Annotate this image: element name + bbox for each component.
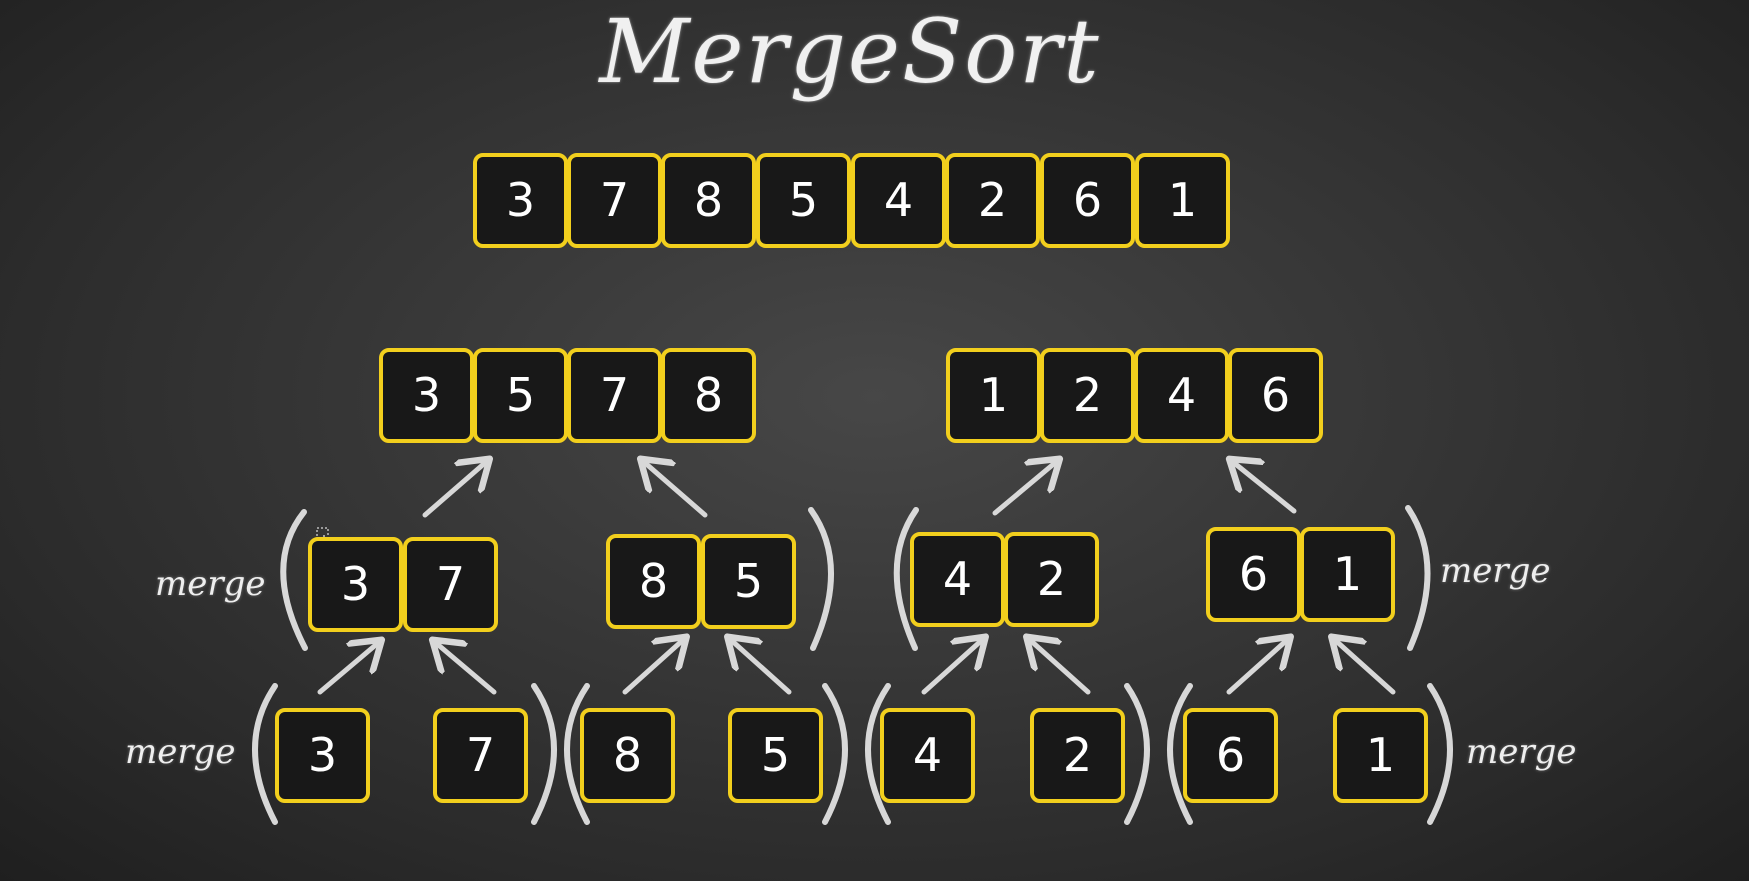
arrow <box>1233 462 1297 514</box>
merge-label: merge <box>1440 551 1551 591</box>
array-cell: 7 <box>567 348 662 443</box>
arrow <box>992 462 1056 516</box>
array-cell: 7 <box>403 537 498 632</box>
array-cell: 4 <box>910 532 1005 627</box>
array-cell: 6 <box>1183 708 1278 803</box>
array-cell: 1 <box>1333 708 1428 803</box>
array-cell: 4 <box>851 153 946 248</box>
merge-label: merge <box>125 732 236 772</box>
array-cell: 4 <box>1134 348 1229 443</box>
array-cell: 3 <box>379 348 474 443</box>
array-cell: 2 <box>1040 348 1135 443</box>
right-parenthesis <box>1427 683 1453 825</box>
arrow <box>1226 640 1287 695</box>
right-parenthesis <box>808 507 834 651</box>
right-parenthesis <box>1124 683 1150 825</box>
array-cell: 4 <box>880 708 975 803</box>
array-cell: 2 <box>945 153 1040 248</box>
array-cell: 3 <box>308 537 403 632</box>
merge-label: merge <box>1466 732 1577 772</box>
array-cell: 5 <box>473 348 568 443</box>
array-cell: 6 <box>1206 527 1301 622</box>
array-cell: 7 <box>433 708 528 803</box>
array-cell: 6 <box>1040 153 1135 248</box>
array-cell: 1 <box>946 348 1041 443</box>
merge-label: merge <box>155 564 266 604</box>
array-cell: 5 <box>701 534 796 629</box>
arrow <box>1030 640 1091 695</box>
arrow <box>644 462 708 518</box>
arrow <box>921 640 982 695</box>
array-cell: 8 <box>661 348 756 443</box>
left-parenthesis <box>252 683 278 825</box>
array-cell: 5 <box>728 708 823 803</box>
array-cell: 2 <box>1030 708 1125 803</box>
right-parenthesis <box>822 683 848 825</box>
array-cell: 3 <box>473 153 568 248</box>
array-cell: 1 <box>1300 527 1395 622</box>
array-cell: 2 <box>1004 532 1099 627</box>
array-cell: 5 <box>756 153 851 248</box>
arrow <box>436 643 497 695</box>
array-cell: 7 <box>567 153 662 248</box>
arrow <box>622 640 683 695</box>
array-cell: 8 <box>606 534 701 629</box>
right-parenthesis <box>531 683 557 825</box>
page-title: MergeSort <box>599 0 1101 103</box>
array-cell: 6 <box>1228 348 1323 443</box>
chalkboard: MergeSort 3 7 8 5 4 2 6 1 3 5 7 8 1 2 4 … <box>0 0 1749 881</box>
arrow <box>422 462 486 518</box>
arrow <box>317 643 378 695</box>
arrow <box>1335 640 1396 695</box>
array-cell: 8 <box>580 708 675 803</box>
arrow <box>731 640 792 695</box>
array-cell: 8 <box>661 153 756 248</box>
right-parenthesis <box>1405 505 1431 651</box>
array-cell: 3 <box>275 708 370 803</box>
left-parenthesis <box>280 509 308 651</box>
array-cell: 1 <box>1135 153 1230 248</box>
